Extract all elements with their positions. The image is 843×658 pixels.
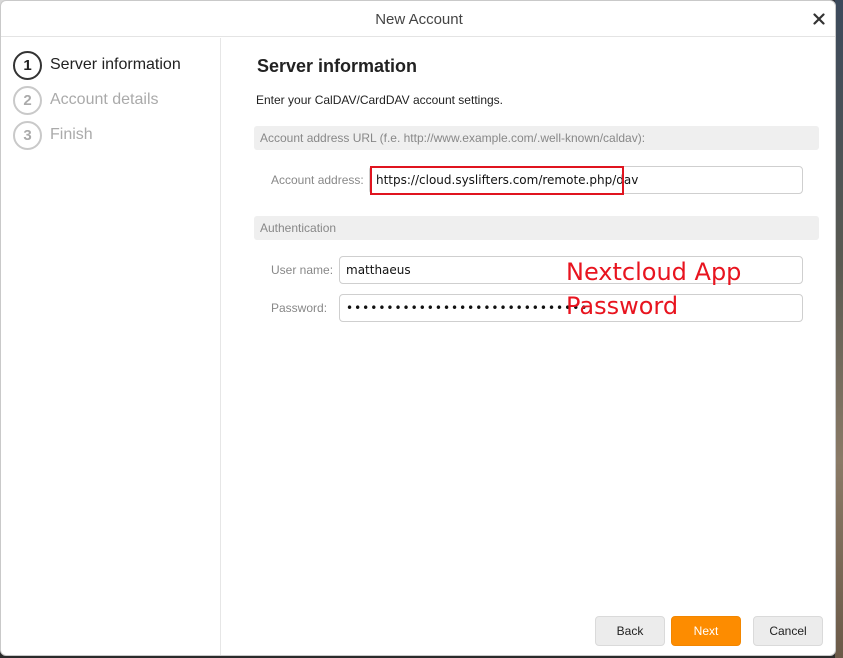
- account-address-input[interactable]: https://cloud.syslifters.com/remote.php/…: [369, 166, 803, 194]
- step-account-details: 2 Account details: [13, 85, 159, 115]
- step-number: 3: [13, 120, 42, 150]
- step-finish: 3 Finish: [13, 120, 93, 150]
- page-title: Server information: [257, 56, 418, 76]
- password-value: ••••••••••••••••••••••••••••••: [346, 301, 589, 315]
- annotation-password: Password: [566, 292, 679, 320]
- dialog-title: New Account: [375, 11, 463, 28]
- cancel-button[interactable]: Cancel: [753, 616, 823, 646]
- main-content: Server information Enter your CalDAV/Car…: [222, 38, 835, 655]
- password-label: Password:: [271, 301, 328, 315]
- next-button[interactable]: Next: [671, 616, 741, 646]
- back-button[interactable]: Back: [595, 616, 665, 646]
- wizard-steps-sidebar: 1 Server information 2 Account details 3…: [1, 38, 221, 655]
- background-strip: [835, 0, 843, 658]
- account-address-value: https://cloud.syslifters.com/remote.php/…: [376, 173, 639, 187]
- close-icon: [813, 13, 825, 25]
- account-address-label: Account address:: [271, 173, 364, 187]
- step-label: Finish: [50, 126, 93, 143]
- new-account-dialog: New Account 1 Server information 2 Accou…: [0, 0, 836, 656]
- page-description: Enter your CalDAV/CardDAV account settin…: [256, 93, 503, 107]
- annotation-nextcloud-app: Nextcloud App: [566, 258, 742, 286]
- address-section-header: Account address URL (f.e. http://www.exa…: [254, 126, 819, 150]
- title-bar: New Account: [1, 1, 835, 37]
- username-label: User name:: [271, 263, 334, 277]
- username-value: matthaeus: [346, 263, 411, 277]
- authentication-section-header: Authentication: [254, 216, 819, 240]
- step-server-information: 1 Server information: [13, 50, 181, 80]
- step-number: 1: [13, 50, 42, 80]
- step-number: 2: [13, 85, 42, 115]
- step-label: Account details: [50, 91, 159, 108]
- close-button[interactable]: [809, 9, 829, 29]
- step-label: Server information: [50, 56, 181, 73]
